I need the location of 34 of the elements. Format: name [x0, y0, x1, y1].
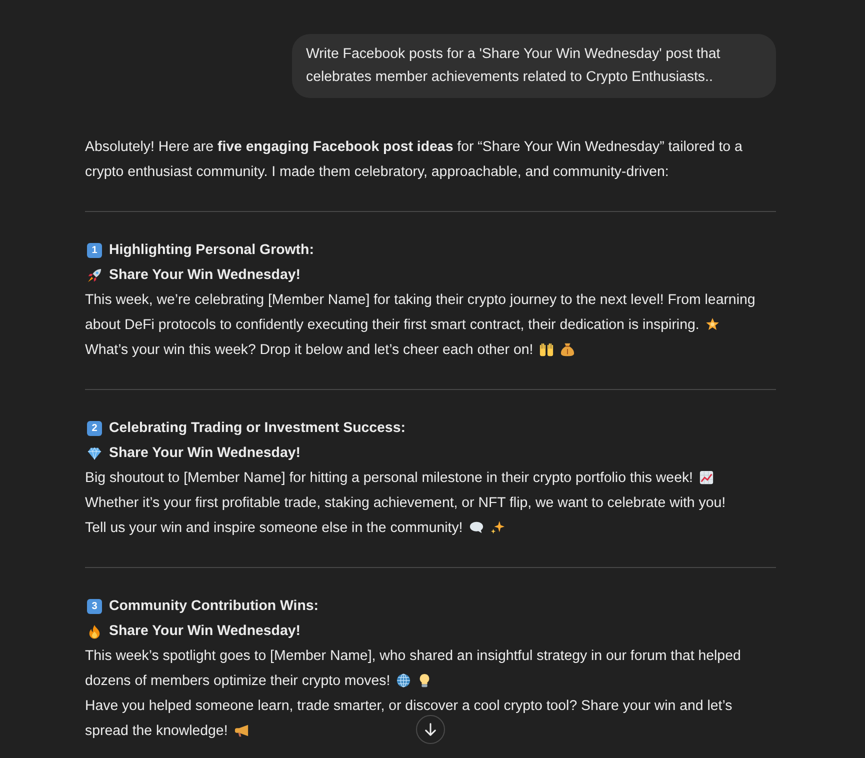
money-bag-icon — [560, 342, 576, 357]
post-text: This week, we’re celebrating [Member Name] for taking their crypto journey to the next level! From learning — [85, 292, 756, 308]
post-heading: Community Contribution Wins: — [109, 597, 319, 616]
scroll-down-button[interactable] — [416, 715, 445, 744]
raised-hands-icon — [539, 342, 554, 357]
post-text: dozens of members optimize their crypto moves! — [85, 673, 390, 689]
post-text: Whether it’s your first profitable trade, staking achievement, or NFT flip, we want to celebrate with you! — [85, 495, 726, 511]
post-title: Share Your Win Wednesday! — [109, 622, 300, 641]
star-icon — [705, 317, 720, 332]
post-text: about DeFi protocols to confidently executing their first smart contract, their dedication is inspiring. — [85, 317, 700, 333]
post-text: Have you helped someone learn, trade smarter, or discover a cool crypto tool? Share your win and let’s — [85, 698, 732, 714]
post-title: Share Your Win Wednesday! — [109, 266, 300, 285]
rocket-icon — [87, 268, 102, 283]
flame-icon — [87, 624, 102, 639]
sparkles-icon — [490, 520, 505, 535]
post-title: Share Your Win Wednesday! — [109, 444, 300, 463]
number-badge: 1 — [87, 243, 102, 258]
post-heading: Celebrating Trading or Investment Success: — [109, 419, 406, 438]
globe-icon — [396, 673, 412, 688]
post-text: This week’s spotlight goes to [Member Name], who shared an insightful strategy in our forum that helped — [85, 648, 741, 664]
line-chart-icon — [699, 470, 714, 485]
post-text: Tell us your win and inspire someone else in the community! — [85, 520, 463, 536]
gem-icon — [87, 446, 102, 461]
number-badge: 2 — [87, 421, 102, 436]
post-text: spread the knowledge! — [85, 723, 228, 739]
megaphone-icon — [234, 723, 249, 738]
speech-bubble-icon — [468, 520, 484, 535]
post-heading: Highlighting Personal Growth: — [109, 241, 314, 260]
post-text: Big shoutout to [Member Name] for hitting a personal milestone in their crypto portfolio this week! — [85, 470, 693, 486]
post-text: What’s your win this week? Drop it below and let’s cheer each other on! — [85, 342, 534, 358]
number-badge: 3 — [87, 599, 102, 614]
user-message-bubble: Write Facebook posts for a 'Share Your Win Wednesday' post that celebrates member achievements related to Crypto Enthusiasts.. — [292, 34, 776, 98]
arrow-down-icon — [424, 723, 437, 736]
intro-paragraph: Absolutely! Here are five engaging Facebook post ideas for “Share Your Win Wednesday” tailored to a crypto enthusiast community. I made them celebratory, approachable, and community-driven: — [85, 138, 744, 182]
